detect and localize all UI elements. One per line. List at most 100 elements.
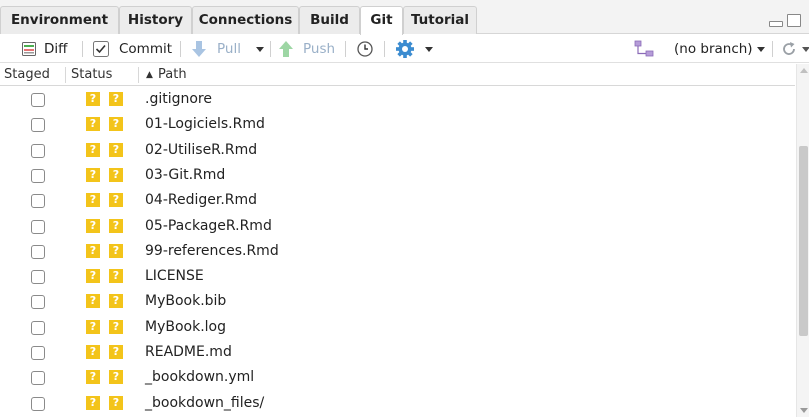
file-path: _bookdown.yml xyxy=(145,369,255,386)
column-divider[interactable] xyxy=(65,67,66,83)
tab-environment[interactable]: Environment xyxy=(0,6,119,34)
staged-checkbox[interactable] xyxy=(31,295,45,310)
diff-icon xyxy=(22,42,36,56)
status-untracked-badge: ? xyxy=(109,294,123,309)
toolbar-separator xyxy=(345,41,346,57)
list-item[interactable]: ? ? 99-references.Rmd xyxy=(0,239,795,264)
status-untracked-badge: ? xyxy=(86,92,100,106)
file-path: .gitignore xyxy=(145,91,212,107)
column-header-path[interactable]: Path xyxy=(158,64,187,86)
list-item[interactable]: ? ? LICENSE xyxy=(0,264,795,289)
file-path: LICENSE xyxy=(145,268,204,285)
push-button[interactable]: Push xyxy=(279,35,339,63)
git-toolbar: Diff Commit Pull Push (no branch) xyxy=(0,35,809,63)
branch-icon[interactable] xyxy=(634,40,654,58)
staged-checkbox[interactable] xyxy=(31,346,45,360)
status-untracked-badge: ? xyxy=(109,395,123,410)
staged-checkbox[interactable] xyxy=(31,396,45,411)
status-untracked-badge: ? xyxy=(86,269,100,284)
status-untracked-badge: ? xyxy=(86,218,100,233)
staged-checkbox[interactable] xyxy=(31,93,45,107)
status-untracked-badge: ? xyxy=(86,167,100,182)
tab-git[interactable]: Git xyxy=(360,6,403,35)
status-untracked-badge: ? xyxy=(86,117,100,132)
status-untracked-badge: ? xyxy=(86,319,100,334)
window-controls xyxy=(769,14,805,28)
list-item[interactable]: ? ? README.md xyxy=(0,340,795,365)
pull-button[interactable]: Pull xyxy=(192,35,248,63)
status-untracked-badge: ? xyxy=(86,193,100,208)
staged-checkbox[interactable] xyxy=(31,194,45,209)
status-untracked-badge: ? xyxy=(86,395,100,410)
push-label: Push xyxy=(303,41,336,57)
commit-checkbox-icon xyxy=(93,41,109,57)
column-header-status[interactable]: Status xyxy=(71,64,112,86)
column-header-staged[interactable]: Staged xyxy=(4,64,50,86)
branch-selector[interactable]: (no branch) xyxy=(674,35,754,63)
tab-build[interactable]: Build xyxy=(299,6,360,34)
push-arrow-up-icon xyxy=(279,41,293,57)
refresh-icon[interactable] xyxy=(781,41,797,57)
status-untracked-badge: ? xyxy=(109,92,123,106)
scroll-up-arrow-icon[interactable] xyxy=(800,68,808,73)
gear-icon[interactable] xyxy=(396,40,414,58)
list-item[interactable]: ? ? MyBook.bib xyxy=(0,289,795,314)
more-dropdown-chevron-icon[interactable] xyxy=(425,47,433,52)
maximize-pane-icon[interactable] xyxy=(787,14,801,27)
toolbar-separator xyxy=(384,41,385,57)
tab-history[interactable]: History xyxy=(119,6,192,34)
status-untracked-badge: ? xyxy=(86,243,100,258)
status-untracked-badge: ? xyxy=(109,243,123,258)
tab-tutorial[interactable]: Tutorial xyxy=(403,6,477,34)
pane-tab-bar: Environment History Connections Build Gi… xyxy=(0,0,809,35)
list-item[interactable]: ? ? _bookdown.yml xyxy=(0,365,795,390)
status-untracked-badge: ? xyxy=(109,269,123,284)
toolbar-separator xyxy=(82,41,83,57)
staged-checkbox[interactable] xyxy=(31,143,45,158)
pull-dropdown-chevron-icon[interactable] xyxy=(256,47,264,52)
vertical-scrollbar[interactable] xyxy=(796,64,809,417)
minimize-pane-icon[interactable] xyxy=(769,21,783,27)
file-path: 99-references.Rmd xyxy=(145,242,279,259)
refresh-dropdown-chevron-icon[interactable] xyxy=(802,47,809,52)
staged-checkbox[interactable] xyxy=(31,118,45,133)
staged-checkbox[interactable] xyxy=(31,371,45,386)
status-untracked-badge: ? xyxy=(109,193,123,208)
tab-connections[interactable]: Connections xyxy=(192,6,299,34)
list-item[interactable]: ? ? 01-Logiciels.Rmd xyxy=(0,112,795,137)
staged-checkbox[interactable] xyxy=(31,168,45,183)
list-item[interactable]: ? ? MyBook.log xyxy=(0,315,795,340)
scrollbar-thumb[interactable] xyxy=(799,146,808,336)
staged-checkbox[interactable] xyxy=(31,270,45,285)
file-list: ? ? .gitignore ? ? 01-Logiciels.Rmd ? ? … xyxy=(0,87,795,417)
status-untracked-badge: ? xyxy=(86,345,100,359)
clock-icon[interactable] xyxy=(357,41,373,57)
commit-button[interactable]: Commit xyxy=(93,35,173,63)
file-path: 05-PackageR.Rmd xyxy=(145,217,272,234)
file-path: 02-UtiliseR.Rmd xyxy=(145,141,258,158)
scroll-down-arrow-icon[interactable] xyxy=(800,408,808,413)
column-divider[interactable] xyxy=(138,67,139,83)
commit-label: Commit xyxy=(119,41,173,57)
file-path: README.md xyxy=(145,344,232,360)
status-untracked-badge: ? xyxy=(109,167,123,182)
branch-dropdown-chevron-icon[interactable] xyxy=(757,47,765,52)
list-item[interactable]: ? ? 05-PackageR.Rmd xyxy=(0,214,795,239)
pull-arrow-down-icon xyxy=(192,41,206,57)
list-item[interactable]: ? ? 04-Rediger.Rmd xyxy=(0,188,795,213)
status-untracked-badge: ? xyxy=(86,370,100,385)
staged-checkbox[interactable] xyxy=(31,320,45,335)
file-path: MyBook.bib xyxy=(145,293,227,310)
status-untracked-badge: ? xyxy=(109,319,123,334)
list-item[interactable]: ? ? .gitignore xyxy=(0,87,795,112)
diff-button[interactable]: Diff xyxy=(22,35,82,63)
list-item[interactable]: ? ? 03-Git.Rmd xyxy=(0,163,795,188)
staged-checkbox[interactable] xyxy=(31,219,45,234)
file-path: 04-Rediger.Rmd xyxy=(145,192,258,209)
staged-checkbox[interactable] xyxy=(31,244,45,259)
file-path: 01-Logiciels.Rmd xyxy=(145,116,265,133)
list-item[interactable]: ? ? _bookdown_files/ xyxy=(0,391,795,416)
list-item[interactable]: ? ? 02-UtiliseR.Rmd xyxy=(0,138,795,163)
toolbar-separator xyxy=(270,41,271,57)
status-untracked-badge: ? xyxy=(109,117,123,132)
